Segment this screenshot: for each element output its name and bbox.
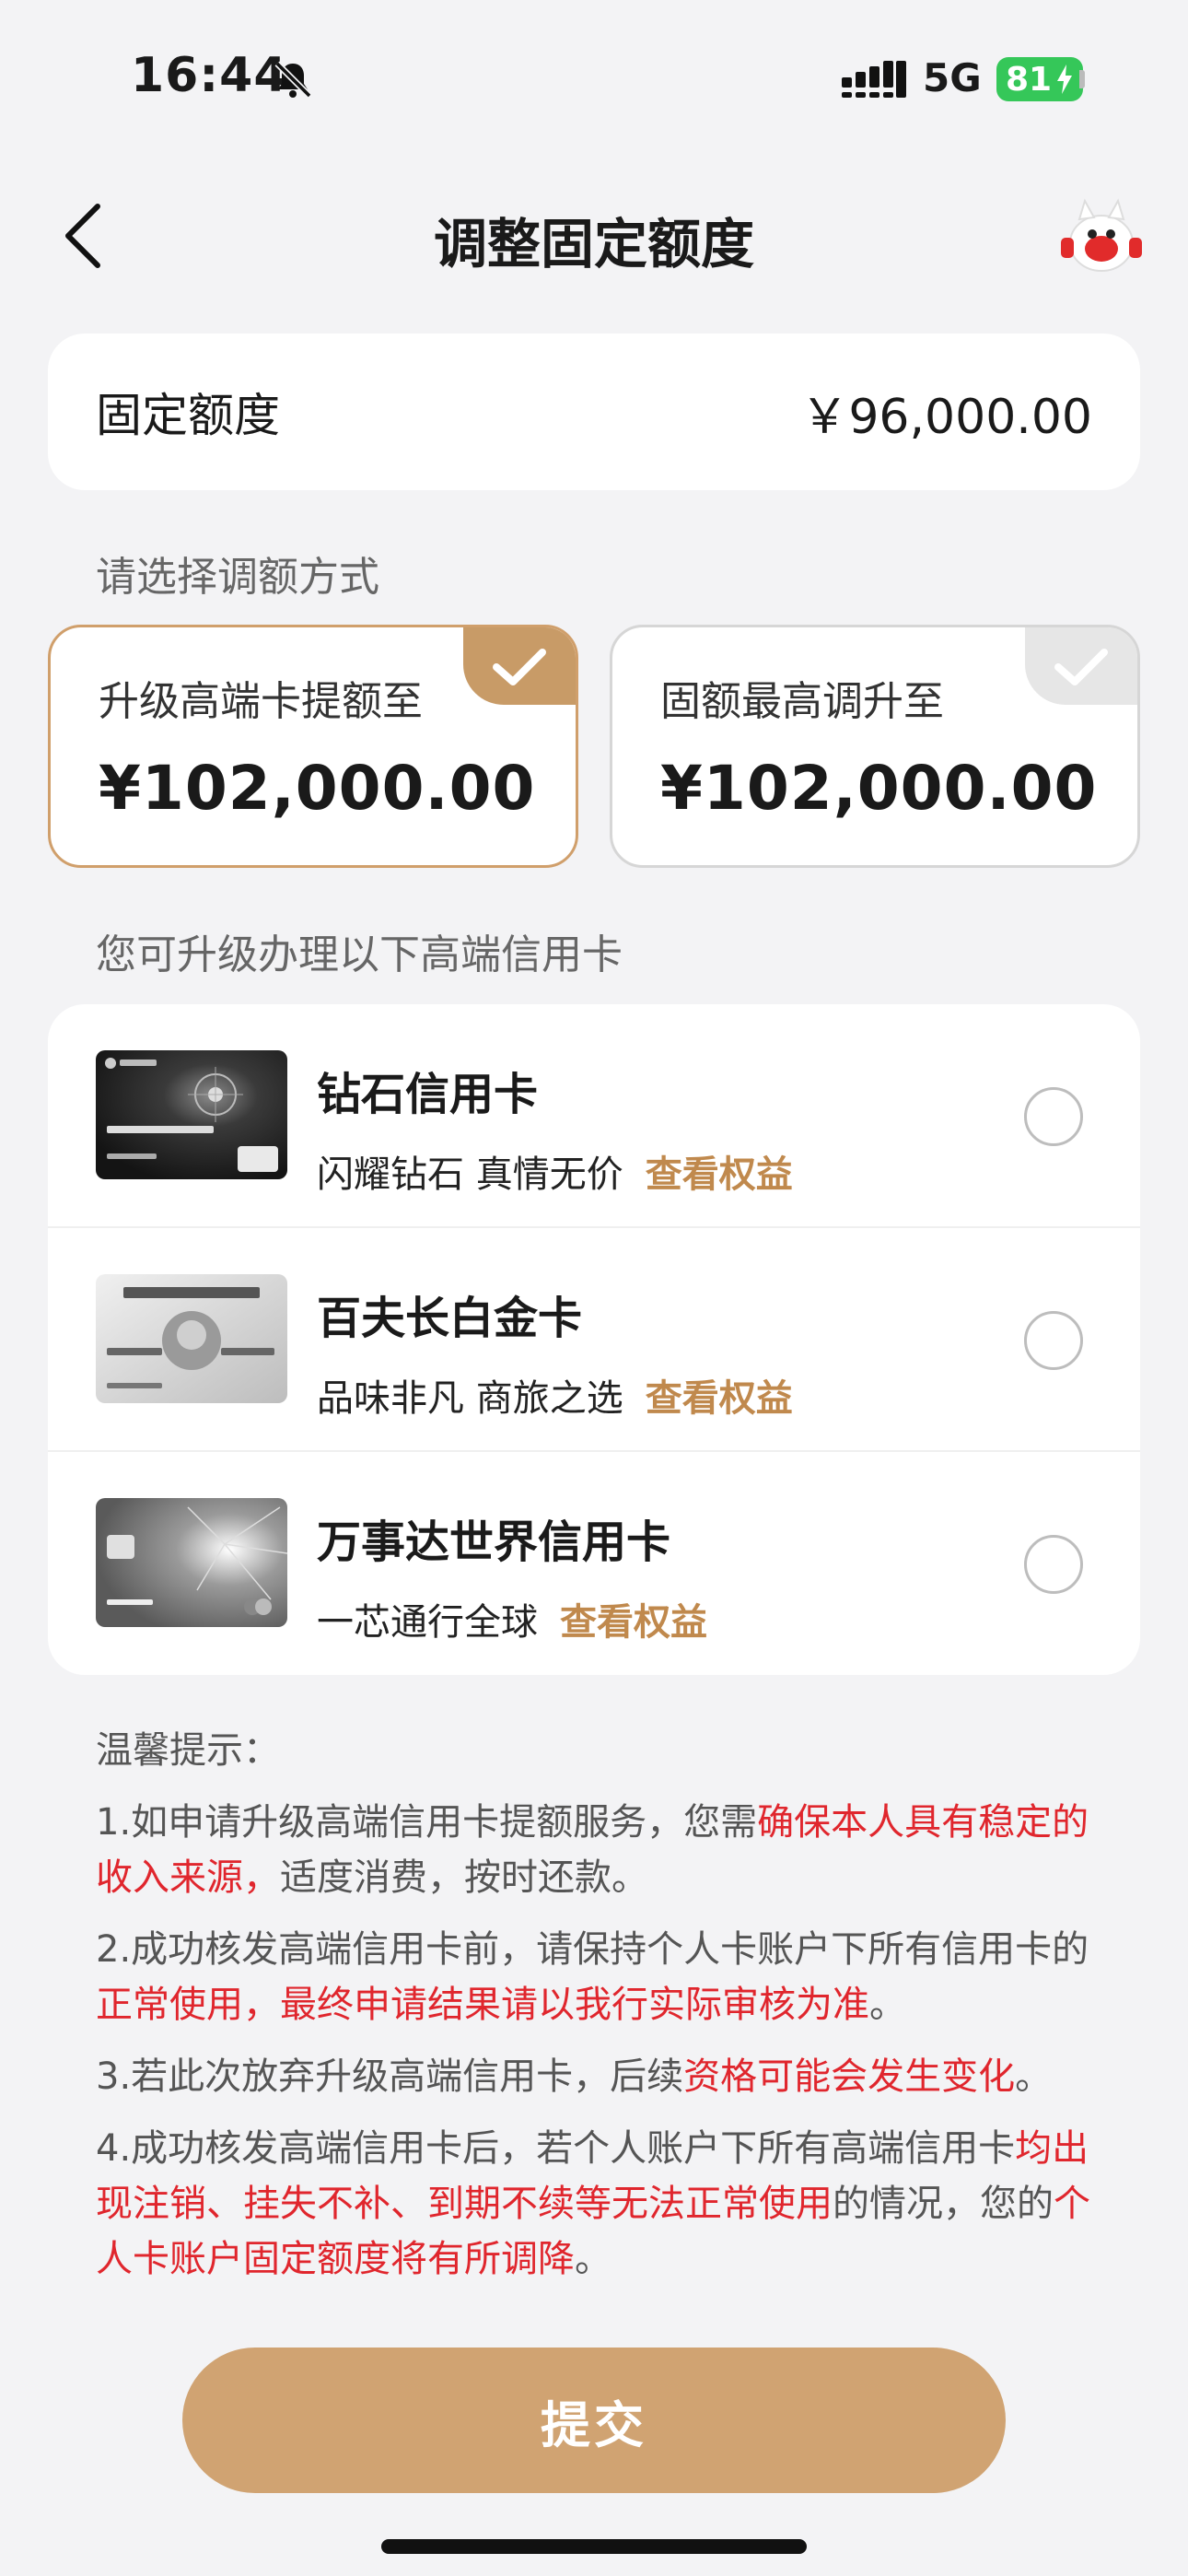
warm-tips: 温馨提示： 1.如申请升级高端信用卡提额服务，您需确保本人具有稳定的收入来源，适… (96, 1723, 1100, 2303)
card-slogan-row: 品味非凡 商旅之选 查看权益 (317, 1368, 793, 1422)
mascot-assistant-icon[interactable] (1057, 195, 1146, 278)
card-item-centurion[interactable]: 百夫长白金卡 品味非凡 商旅之选 查看权益 (48, 1228, 1140, 1452)
card-radio[interactable] (1024, 1311, 1083, 1370)
tip-item: 4.成功核发高端信用卡后，若个人账户下所有高端信用卡均出现注销、挂失不补、到期不… (96, 2127, 1090, 2280)
card-slogan: 一芯通行全球 (317, 1601, 538, 1644)
battery-indicator: 81 (996, 57, 1083, 101)
submit-button[interactable]: 提交 (182, 2348, 1006, 2493)
option-fixed-raise-title: 固额最高调升至 (660, 678, 944, 725)
option-fixed-raise-value: ¥102,000.00 (660, 753, 1098, 824)
card-item-mastercard-world[interactable]: 万事达世界信用卡 一芯通行全球 查看权益 (48, 1452, 1140, 1675)
home-indicator (381, 2539, 807, 2554)
option-fixed-raise[interactable]: 固额最高调升至 ¥102,000.00 (610, 625, 1140, 868)
centurion-card-image (96, 1274, 287, 1403)
fixed-quota-label: 固定额度 (96, 389, 280, 442)
option-upgrade-card[interactable]: 升级高端卡提额至 ¥102,000.00 (48, 625, 578, 868)
card-slogan: 品味非凡 商旅之选 (317, 1377, 623, 1420)
card-item-diamond[interactable]: 钻石信用卡 闪耀钻石 真情无价 查看权益 (48, 1004, 1140, 1228)
checkmark-icon (1054, 649, 1108, 685)
tip-item: 1.如申请升级高端信用卡提额服务，您需确保本人具有稳定的收入来源，适度消费，按时… (96, 1801, 1089, 1899)
battery-tip (1079, 70, 1085, 88)
selected-corner-badge (463, 627, 576, 705)
adjust-method-label: 请选择调额方式 (96, 554, 379, 601)
battery-level: 81 (1006, 60, 1053, 99)
tip-item: 2.成功核发高端信用卡前，请保持个人卡账户下所有信用卡的正常使用，最终申请结果请… (96, 1928, 1089, 2026)
checkmark-icon (493, 649, 546, 685)
diamond-card-image (96, 1050, 287, 1179)
status-bar: 16:44 5G 81 (0, 0, 1188, 157)
signal-icon (842, 61, 906, 98)
unselected-corner-badge (1025, 627, 1137, 705)
page-title: 调整固定额度 (433, 213, 754, 275)
card-radio[interactable] (1024, 1535, 1083, 1594)
fixed-quota-card: 固定额度 ￥96,000.00 (48, 334, 1140, 490)
status-time: 16:44 (131, 48, 288, 103)
option-upgrade-title: 升级高端卡提额至 (99, 678, 423, 725)
fixed-quota-value: ￥96,000.00 (800, 389, 1092, 445)
card-slogan: 闪耀钻石 真情无价 (317, 1153, 623, 1196)
view-benefits-link[interactable]: 查看权益 (646, 1153, 793, 1196)
view-benefits-link[interactable]: 查看权益 (646, 1377, 793, 1420)
premium-card-list: 钻石信用卡 闪耀钻石 真情无价 查看权益 百夫长白金卡 品味非凡 商旅之选 查看权益 (48, 1004, 1140, 1675)
option-upgrade-value: ¥102,000.00 (99, 753, 536, 824)
mastercard-world-card-image (96, 1498, 287, 1627)
tip-item: 3.若此次放弃升级高端信用卡，后续资格可能会发生变化。 (96, 2055, 1053, 2098)
card-slogan-row: 闪耀钻石 真情无价 查看权益 (317, 1144, 793, 1198)
card-name: 钻石信用卡 (317, 1069, 539, 1120)
tips-title: 温馨提示： (96, 1729, 280, 1772)
card-slogan-row: 一芯通行全球 查看权益 (317, 1592, 707, 1645)
bell-muted-icon (274, 61, 312, 99)
card-name: 万事达世界信用卡 (317, 1516, 671, 1568)
network-label: 5G (923, 55, 982, 100)
card-radio[interactable] (1024, 1087, 1083, 1146)
cards-section-label: 您可升级办理以下高端信用卡 (96, 931, 623, 978)
card-name: 百夫长白金卡 (317, 1293, 583, 1344)
view-benefits-link[interactable]: 查看权益 (560, 1601, 707, 1644)
charging-bolt-icon (1057, 64, 1072, 94)
